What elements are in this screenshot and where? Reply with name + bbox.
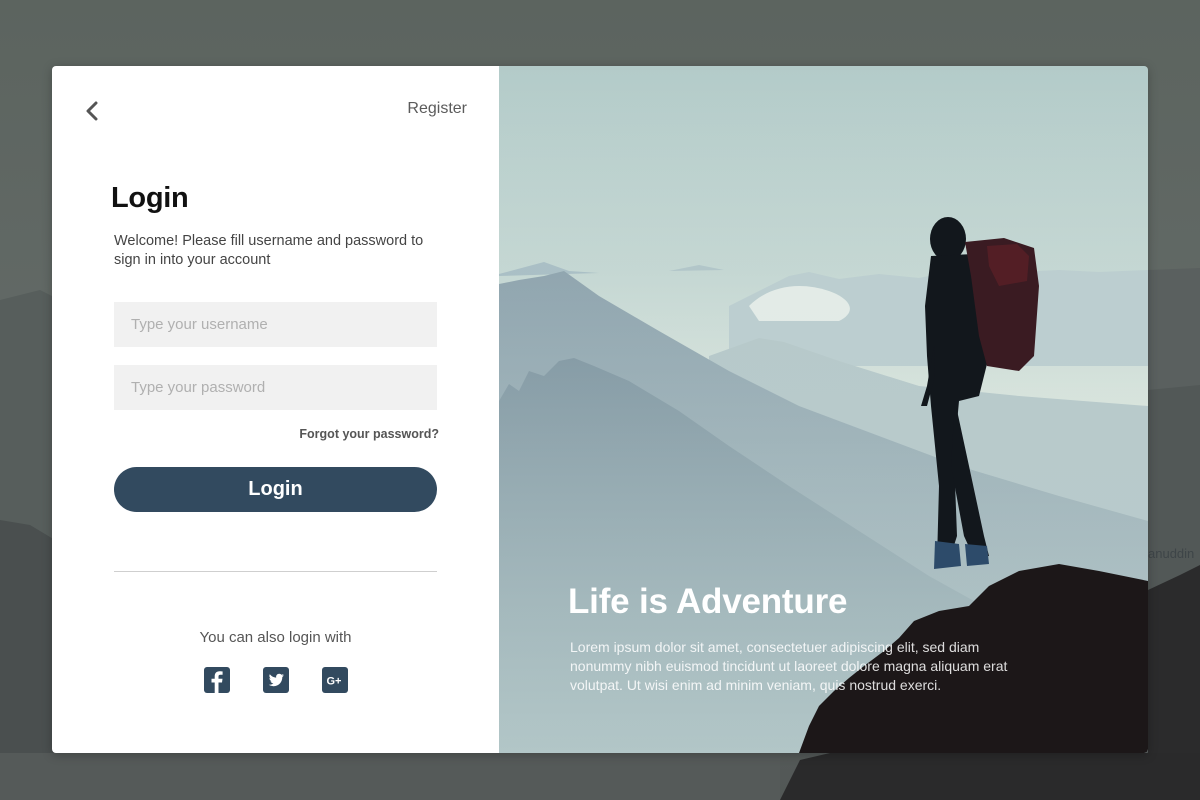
chevron-left-icon <box>86 101 98 121</box>
google-plus-icon: G+ <box>327 676 342 688</box>
divider <box>114 571 437 572</box>
login-panel: Register Login Welcome! Please fill user… <box>52 66 499 753</box>
welcome-text: Welcome! Please fill username and passwo… <box>114 233 424 268</box>
password-input[interactable] <box>114 365 437 410</box>
register-link[interactable]: Register <box>407 100 467 118</box>
hero-body-text: Lorem ipsum dolor sit amet, consectetuer… <box>570 639 1008 693</box>
twitter-icon <box>268 673 284 687</box>
facebook-login-button[interactable] <box>204 667 230 693</box>
page-title: Login <box>111 182 189 214</box>
social-login-label: You can also login with <box>199 629 352 646</box>
social-login-buttons: G+ <box>204 667 348 693</box>
forgot-password-link[interactable]: Forgot your password? <box>299 427 439 441</box>
back-button[interactable] <box>80 100 104 122</box>
login-button[interactable]: Login <box>114 467 437 512</box>
facebook-icon <box>211 671 223 693</box>
google-plus-login-button[interactable]: G+ <box>322 667 348 693</box>
username-input[interactable] <box>114 302 437 347</box>
login-card: Register Login Welcome! Please fill user… <box>52 66 1148 753</box>
hero-headline: Life is Adventure <box>568 582 848 621</box>
hero-panel: Life is Adventure Lorem ipsum dolor sit … <box>499 66 1148 753</box>
twitter-login-button[interactable] <box>263 667 289 693</box>
svg-text:G+: G+ <box>327 676 342 688</box>
background-watermark: anuddin <box>1148 546 1195 561</box>
